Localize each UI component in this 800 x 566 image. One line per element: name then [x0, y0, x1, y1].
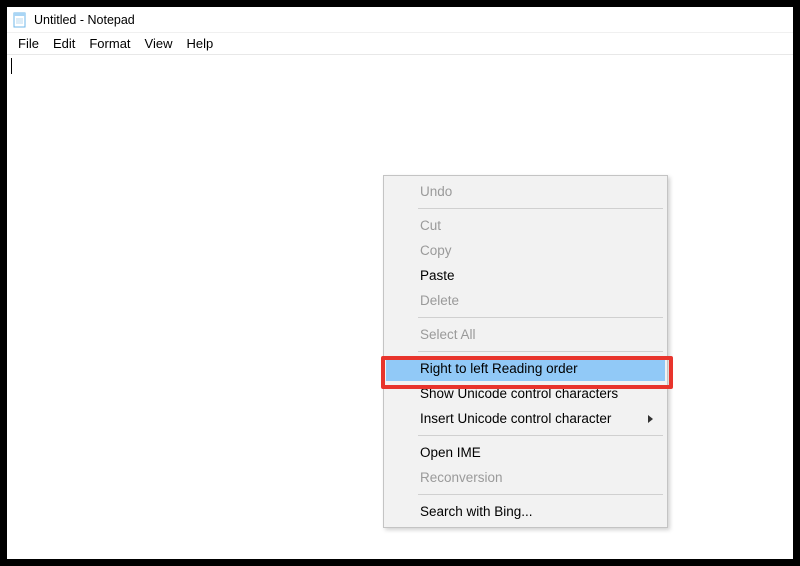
window-frame: Untitled - Notepad File Edit Format View…	[0, 0, 800, 566]
titlebar: Untitled - Notepad	[7, 7, 793, 33]
menu-file[interactable]: File	[11, 34, 46, 53]
ctx-cut[interactable]: Cut	[386, 213, 665, 238]
ctx-insert-unicode-label: Insert Unicode control character	[420, 411, 611, 426]
notepad-icon	[12, 12, 28, 28]
menubar: File Edit Format View Help	[7, 33, 793, 55]
text-caret	[11, 58, 12, 74]
menu-edit[interactable]: Edit	[46, 34, 82, 53]
window-title: Untitled - Notepad	[34, 13, 135, 27]
ctx-paste[interactable]: Paste	[386, 263, 665, 288]
menu-view[interactable]: View	[138, 34, 180, 53]
separator	[418, 208, 663, 209]
ctx-show-unicode-control[interactable]: Show Unicode control characters	[386, 381, 665, 406]
ctx-delete[interactable]: Delete	[386, 288, 665, 313]
menu-help[interactable]: Help	[179, 34, 220, 53]
ctx-insert-unicode-control[interactable]: Insert Unicode control character	[386, 406, 665, 431]
ctx-open-ime[interactable]: Open IME	[386, 440, 665, 465]
ctx-reconversion[interactable]: Reconversion	[386, 465, 665, 490]
ctx-rtl-reading-order[interactable]: Right to left Reading order	[386, 356, 665, 381]
context-menu: Undo Cut Copy Paste Delete Select All Ri…	[383, 175, 668, 528]
ctx-undo[interactable]: Undo	[386, 179, 665, 204]
chevron-right-icon	[648, 415, 653, 423]
ctx-copy[interactable]: Copy	[386, 238, 665, 263]
separator	[418, 317, 663, 318]
ctx-select-all[interactable]: Select All	[386, 322, 665, 347]
ctx-search-bing[interactable]: Search with Bing...	[386, 499, 665, 524]
menu-format[interactable]: Format	[82, 34, 137, 53]
separator	[418, 494, 663, 495]
separator	[418, 351, 663, 352]
separator	[418, 435, 663, 436]
